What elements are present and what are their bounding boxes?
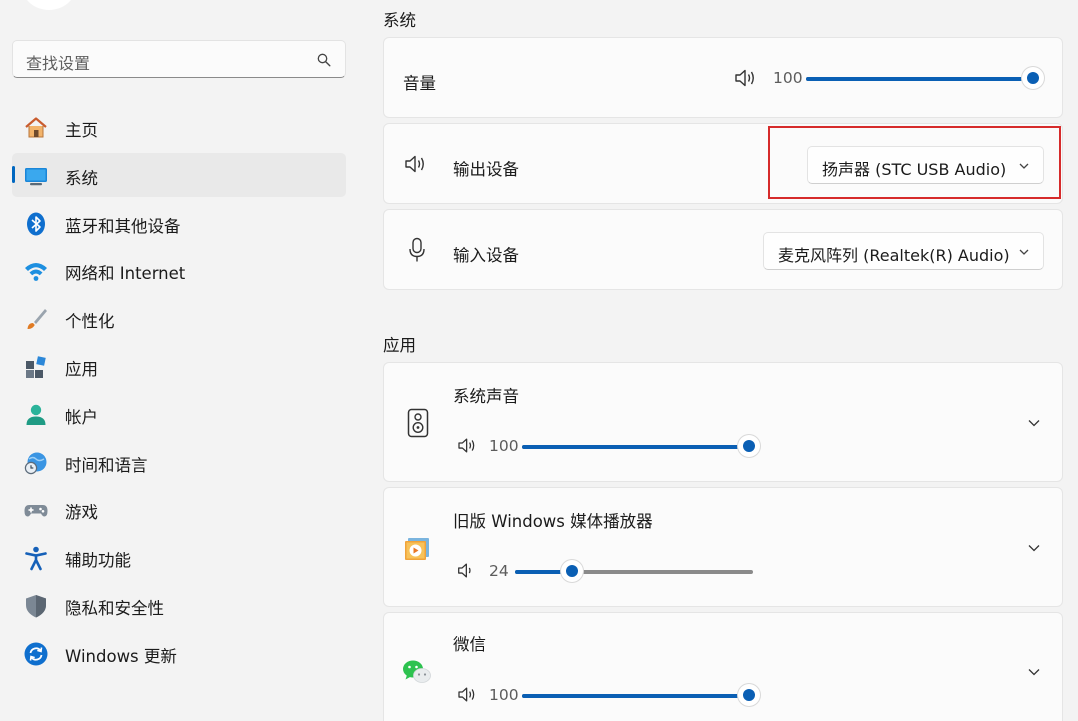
media-player-icon: [405, 538, 429, 560]
speaker-icon: [405, 155, 424, 173]
nav-item-label: 隐私和安全性: [65, 598, 164, 618]
app-name: 系统声音: [453, 387, 519, 406]
slider-thumb[interactable]: [738, 435, 760, 457]
app-volume-slider[interactable]: [515, 560, 753, 582]
section-title-system: 系统: [383, 11, 416, 30]
output-device-label: 输出设备: [453, 160, 519, 179]
nav-item-label: 游戏: [65, 503, 98, 523]
gamepad-icon: [23, 497, 49, 523]
volume-slider[interactable]: [806, 67, 1044, 89]
avatar[interactable]: [22, 0, 76, 10]
nav-item-label: 时间和语言: [65, 455, 148, 475]
nav-item-personalization[interactable]: 个性化: [12, 296, 346, 340]
apps-icon: [23, 354, 49, 380]
app-name: 微信: [453, 635, 486, 654]
globe-clock-icon: [23, 450, 49, 476]
monitor-icon: [23, 163, 49, 189]
app-volume-card[interactable]: 旧版 Windows 媒体播放器 24: [383, 487, 1063, 607]
slider-thumb[interactable]: [561, 560, 584, 582]
nav-item-label: 网络和 Internet: [65, 264, 186, 284]
search-icon[interactable]: [317, 53, 331, 67]
slider-fill: [806, 77, 1033, 81]
home-icon: [23, 115, 49, 141]
app-name: 旧版 Windows 媒体播放器: [453, 512, 653, 531]
nav-item-accounts[interactable]: 帐户: [12, 392, 346, 436]
nav-item-apps[interactable]: 应用: [12, 344, 346, 388]
input-device-card: 输入设备 麦克风阵列 (Realtek(R) Audio): [383, 209, 1063, 290]
accessibility-icon: [23, 545, 49, 571]
speaker-low-icon[interactable]: [457, 562, 474, 579]
volume-value: 100: [773, 69, 803, 87]
search-input[interactable]: 查找设置: [12, 40, 346, 78]
nav-item-bluetooth[interactable]: 蓝牙和其他设备: [12, 201, 346, 245]
nav-item-label: 系统: [65, 168, 98, 188]
chevron-down-icon[interactable]: [1026, 664, 1042, 680]
nav-item-label: 应用: [65, 359, 98, 379]
nav-item-gaming[interactable]: 游戏: [12, 487, 346, 531]
brush-icon: [23, 306, 49, 332]
volume-label: 音量: [403, 74, 436, 93]
nav-item-network[interactable]: 网络和 Internet: [12, 248, 346, 292]
nav-item-label: 帐户: [65, 407, 98, 427]
slider-thumb[interactable]: [1022, 67, 1044, 89]
app-volume-card[interactable]: 系统声音 100: [383, 362, 1063, 482]
chevron-down-icon[interactable]: [1026, 415, 1042, 431]
app-volume-value: 100: [489, 437, 519, 455]
person-icon: [23, 402, 49, 428]
input-device-dropdown[interactable]: 麦克风阵列 (Realtek(R) Audio): [763, 232, 1044, 270]
speaker-icon[interactable]: [457, 437, 478, 454]
nav-item-label: 主页: [65, 121, 98, 140]
speaker-icon[interactable]: [734, 68, 758, 88]
section-title-apps: 应用: [383, 336, 416, 355]
update-icon: [23, 641, 49, 667]
nav-item-accessibility[interactable]: 辅助功能: [12, 535, 346, 579]
nav-item-windows-update[interactable]: Windows 更新: [12, 631, 346, 675]
app-volume-value: 100: [489, 686, 519, 704]
wifi-icon: [23, 258, 49, 284]
nav-item-system[interactable]: 系统: [12, 152, 346, 197]
search-placeholder: 查找设置: [26, 54, 91, 73]
nav-item-label: Windows 更新: [65, 646, 177, 666]
shield-icon: [23, 593, 49, 619]
nav-item-time-language[interactable]: 时间和语言: [12, 440, 346, 484]
input-device-selected: 麦克风阵列 (Realtek(R) Audio): [778, 246, 1010, 265]
sidebar-nav: 主页 系统 蓝牙和其他设备 网络和 Internet 个性化 应用 帐户 时间和…: [12, 105, 346, 679]
bluetooth-icon: [23, 211, 49, 237]
nav-item-home[interactable]: 主页: [12, 105, 346, 149]
volume-card: 音量 100: [383, 37, 1063, 118]
nav-item-label: 个性化: [65, 312, 115, 332]
app-volume-slider[interactable]: [522, 684, 760, 706]
input-device-label: 输入设备: [453, 246, 519, 265]
app-volume-card[interactable]: 微信 100: [383, 612, 1063, 721]
highlight-box: [768, 126, 1061, 199]
nav-item-label: 辅助功能: [65, 551, 131, 571]
chevron-down-icon[interactable]: [1026, 540, 1042, 556]
slider-fill: [522, 694, 749, 698]
wechat-icon: [403, 660, 431, 683]
slider-thumb[interactable]: [738, 684, 760, 706]
speaker-box-icon: [407, 408, 429, 438]
app-volume-slider[interactable]: [522, 435, 760, 457]
nav-item-label: 蓝牙和其他设备: [65, 216, 181, 236]
app-volume-value: 24: [489, 562, 509, 580]
nav-item-privacy[interactable]: 隐私和安全性: [12, 583, 346, 627]
slider-fill: [522, 445, 749, 449]
chevron-down-icon: [1019, 249, 1029, 255]
microphone-icon: [409, 237, 425, 262]
speaker-icon[interactable]: [457, 686, 478, 703]
